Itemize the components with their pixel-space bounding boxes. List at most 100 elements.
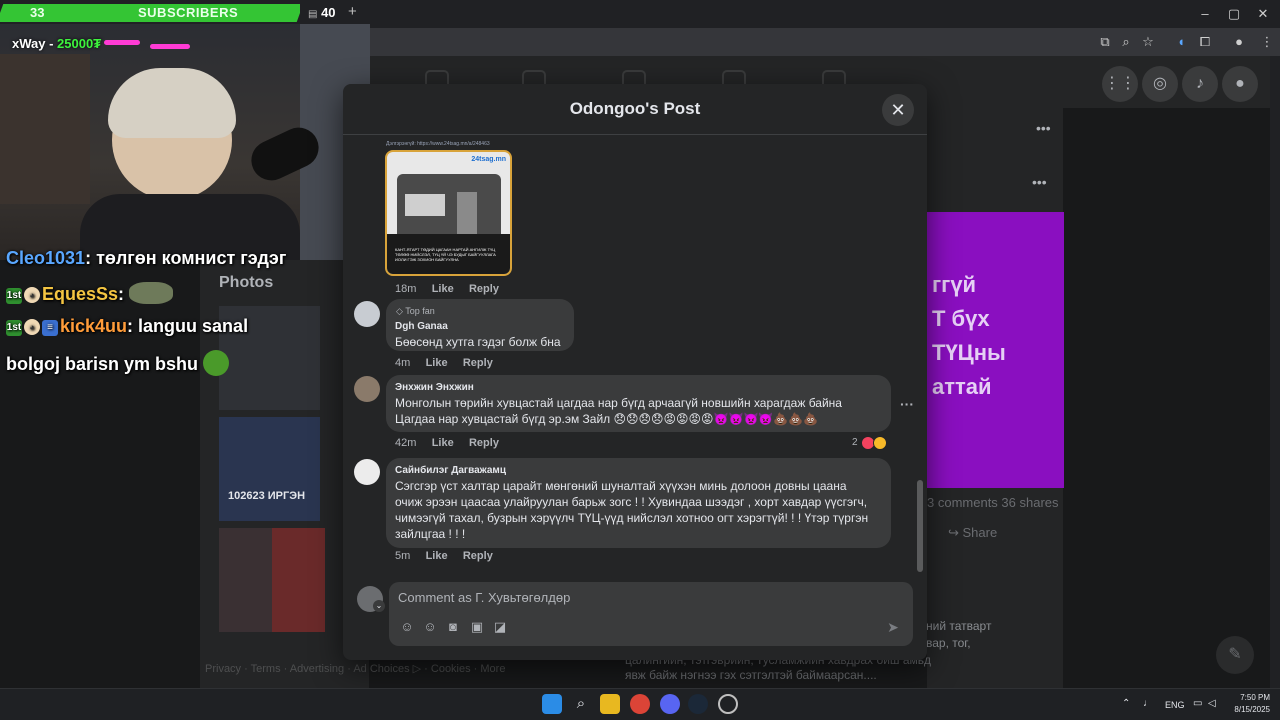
menu-grid-icon[interactable]: ⋮⋮ [1102,66,1138,102]
post-image-text: Т бүх [932,306,990,331]
commenter-avatar[interactable] [354,459,380,485]
obs-icon[interactable] [718,694,738,714]
post-stats[interactable]: 3 comments 36 shares [927,495,1059,510]
notifications-bell-icon[interactable]: ♪ [1182,66,1218,102]
comment-time[interactable]: 5m [395,550,410,562]
facebook-footer-links[interactable]: Privacy · Terms · Advertising · Ad Choic… [205,662,505,675]
start-windows-icon[interactable] [542,694,562,714]
like-button[interactable]: Like [432,283,454,295]
browser-menu-icon[interactable]: ⋮ [1258,33,1276,51]
top-donor: xWay - 25000₮ [12,36,102,51]
post-options-icon[interactable]: ••• [1036,120,1051,136]
emoji-icon[interactable]: ☺ [422,619,438,635]
share-button[interactable]: ↪ Share [948,525,997,541]
zoom-icon[interactable]: ⌕ [1117,33,1135,51]
extension-icon[interactable]: ◖ [1172,33,1190,51]
profile-photo-thumb[interactable] [219,417,320,521]
post-image-actions: 18m Like Reply [395,283,499,295]
modal-divider [343,134,927,135]
bookmark-star-icon[interactable]: ☆ [1139,33,1157,51]
clock-time[interactable]: 7:50 PM [1230,693,1270,702]
reaction-count[interactable]: 2 [852,437,858,448]
chat-text: languu sanal [138,316,249,336]
post-text-line: ний татварт [926,619,992,633]
comment-text: зайлцгаа ! ! ! [395,527,466,541]
steam-icon[interactable] [688,694,708,714]
language-indicator[interactable]: ENG [1165,700,1185,710]
diamond-icon: ◇ [396,306,403,316]
image-logo: 24tsag.mn [471,156,506,163]
top-fan-label: Top fan [405,306,435,316]
discord-icon[interactable] [660,694,680,714]
chat-emote-icon [129,282,174,304]
cast-icon[interactable]: ⧉ [1096,33,1114,51]
microphone-icon[interactable]: ♩ [1143,698,1153,709]
close-window-button[interactable]: ✕ [1248,4,1278,24]
like-button[interactable]: Like [432,437,454,449]
chrome-icon[interactable] [630,694,650,714]
chat-text: bolgoj barisn ym bshu [6,354,199,374]
commenter-avatar[interactable] [354,301,380,327]
comment-options-icon[interactable]: ··· [900,396,914,412]
chat-message: 1st ◕ ≡ kick4uu: languu sanal [6,316,249,336]
comment-actions: 5m Like Reply [395,550,493,562]
commenter-avatar[interactable] [354,376,380,402]
subscriber-badge-icon: 1st [6,288,22,304]
volume-icon[interactable]: ◁ [1208,698,1216,709]
flag-badge-icon: ≡ [42,320,58,336]
send-icon[interactable]: ➤ [885,619,901,635]
messenger-icon[interactable]: ◎ [1142,66,1178,102]
minimize-button[interactable]: – [1190,4,1220,24]
sticker-icon[interactable]: ◪ [492,619,508,635]
account-avatar[interactable]: ● [1222,66,1258,102]
post-options-icon[interactable]: ••• [1032,174,1047,190]
commenter-name[interactable]: Сайнбилэг Дагважамц [395,465,506,476]
extensions-puzzle-icon[interactable]: ⧠ [1196,33,1214,51]
comment-time[interactable]: 4m [395,357,410,369]
comment-attached-image[interactable]: 24tsag.mn КАНТ-ЯТАРТ ТӨДИЙ ЦАГААН НАРТАЙ… [385,150,512,276]
comment-actions: 42m Like Reply [395,437,499,449]
subscriber-count: 33 [30,5,45,20]
reply-button[interactable]: Reply [463,357,493,369]
avatar-sticker-icon[interactable]: ☺ [399,619,415,635]
gif-icon[interactable]: ▣ [469,619,485,635]
new-message-icon[interactable]: ✎ [1216,636,1254,674]
comment-time[interactable]: 42m [395,437,416,449]
chat-text: төлгөн комнист гэдэг [96,248,287,268]
network-icon[interactable]: ▭ [1193,698,1202,709]
reply-button[interactable]: Reply [469,283,499,295]
reply-button[interactable]: Reply [463,550,493,562]
close-modal-button[interactable]: ✕ [882,94,914,126]
commenter-name[interactable]: Энхжин Энхжин [395,382,474,393]
search-icon[interactable]: ⌕ [571,694,591,714]
chat-message: Cleo1031: төлгөн комнист гэдэг [6,248,287,268]
file-explorer-icon[interactable] [600,694,620,714]
haha-reaction-icon [873,436,887,450]
profile-avatar-icon[interactable]: ● [1230,33,1248,51]
comment-text: очиж эрээн цаасаа улайруулан барьж зогс … [395,495,868,509]
clock-date[interactable]: 8/15/2025 [1226,705,1270,714]
maximize-button[interactable]: ▢ [1219,4,1249,24]
comment-time[interactable]: 18m [395,283,416,295]
camera-icon[interactable]: ◙ [445,619,461,635]
image-text: КАНТ-ЯТАРТ ТӨДИЙ ЦАГААН НАРТАЙ АНГИЛЖ ТҮ… [395,247,496,262]
streamer-webcam [0,24,370,260]
post-text-line: явж байж нэгнээ гэх сэтгэлтэй баймаарсан… [625,668,877,682]
comment-input-placeholder[interactable]: Comment as Г. Хувьтөгөлдөр [398,590,570,605]
new-tab-plus[interactable]: + [348,3,357,20]
kiosk-window [405,194,445,216]
profile-photo-thumb[interactable] [272,528,325,632]
subscriber-badge-icon: 1st [6,320,22,336]
chevron-down-icon[interactable]: ⌄ [373,600,385,612]
tray-chevron-icon[interactable]: ⌃ [1122,698,1130,709]
like-button[interactable]: Like [426,550,448,562]
reply-button[interactable]: Reply [469,437,499,449]
like-button[interactable]: Like [426,357,448,369]
post-image-text: ТҮЦны [932,340,1006,365]
page-scrollbar[interactable] [1270,56,1280,688]
commenter-name[interactable]: Dgh Ganaa [395,321,448,332]
donor-laser-decor [104,40,140,45]
chat-message: 1st ◕ EquesSs: [6,282,174,305]
modal-scrollbar[interactable] [917,480,923,572]
photo-caption-text: 102623 ИРГЭН [228,490,306,502]
